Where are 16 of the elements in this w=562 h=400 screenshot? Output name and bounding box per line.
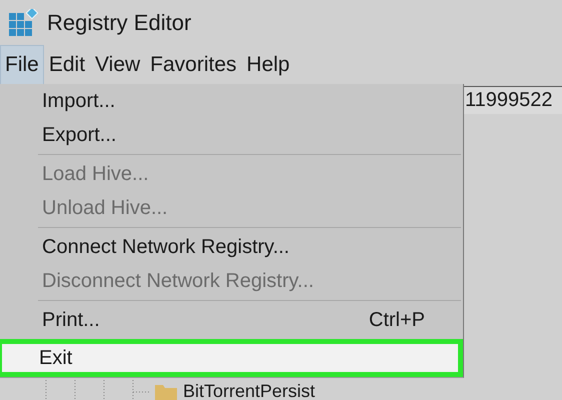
menu-item[interactable]: Print... Ctrl+P	[0, 303, 463, 337]
address-field[interactable]: 11999522	[462, 86, 562, 114]
menu-bar-item[interactable]: Favorites	[145, 45, 242, 85]
window-title: Registry Editor	[47, 10, 192, 36]
menu-bar-item[interactable]: View	[90, 45, 146, 85]
menu-bar-item[interactable]: File	[0, 45, 44, 85]
menu-item[interactable]: Exit	[0, 339, 463, 377]
menu-item[interactable]: Connect Network Registry...	[0, 230, 463, 264]
menu-item[interactable]: Export...	[0, 118, 463, 152]
tree-item[interactable]: BitTorrentPersist	[183, 382, 316, 400]
menu-bar-item[interactable]: Edit	[44, 45, 90, 85]
registry-icon	[9, 8, 39, 36]
folder-icon	[155, 382, 177, 400]
shortcut-text: Ctrl+P	[368, 308, 425, 332]
menu-item[interactable]: Import...	[0, 84, 463, 118]
menu-bar-item[interactable]: Help	[242, 45, 295, 85]
